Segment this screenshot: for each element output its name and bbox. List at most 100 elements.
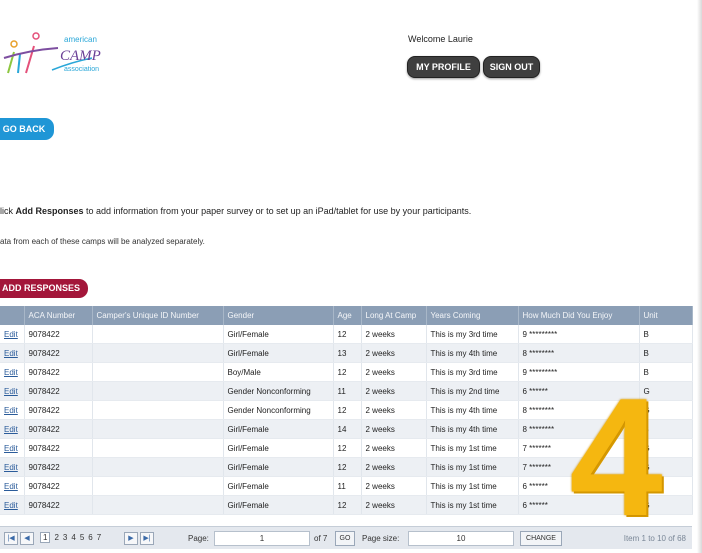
page-number-5[interactable]: 5 [80, 533, 84, 542]
table-cell: 9078422 [24, 381, 93, 401]
table-cell: Boy/Male [223, 362, 334, 382]
column-header[interactable]: Gender [223, 306, 334, 325]
sign-out-button[interactable]: SIGN OUT [483, 56, 540, 78]
edit-link[interactable]: Edit [0, 495, 25, 515]
table-cell: This is my 3rd time [426, 362, 519, 382]
column-header[interactable]: Years Coming [426, 306, 519, 325]
page-number-7[interactable]: 7 [97, 533, 101, 542]
column-header[interactable]: ACA Number [24, 306, 93, 325]
table-cell: 11 [333, 381, 362, 401]
table-cell: 9078422 [24, 362, 93, 382]
table-cell: B [639, 325, 693, 344]
column-header[interactable]: Long At Camp [361, 306, 427, 325]
page-number-1[interactable]: 1 [40, 532, 51, 543]
table-cell: Girl/Female [223, 325, 334, 344]
my-profile-button[interactable]: MY PROFILE [407, 56, 480, 78]
table-cell [92, 419, 224, 439]
table-cell [92, 381, 224, 401]
table-cell: This is my 4th time [426, 419, 519, 439]
edit-link[interactable]: Edit [0, 343, 25, 363]
page-number-6[interactable]: 6 [88, 533, 92, 542]
table-cell: 12 [333, 400, 362, 420]
column-header[interactable]: Age [333, 306, 362, 325]
table-cell: This is my 4th time [426, 400, 519, 420]
page-size-input[interactable]: 10 [408, 531, 514, 546]
instructions-bold: Add Responses [15, 206, 84, 216]
table-cell: Girl/Female [223, 476, 334, 496]
column-header[interactable]: How Much Did You Enjoy [518, 306, 640, 325]
welcome-text: Welcome Laurie [408, 34, 473, 44]
table-cell: This is my 1st time [426, 476, 519, 496]
page-of-label: of 7 [314, 534, 328, 543]
logo-line3: association [64, 66, 99, 73]
column-header[interactable] [0, 306, 25, 325]
table-cell: 12 [333, 325, 362, 344]
table-header-row: ACA Number Camper's Unique ID Number Gende… [0, 306, 693, 325]
table-cell: Gender Nonconforming [223, 381, 334, 401]
instructions-post: to add information from your paper surve… [83, 206, 472, 216]
table-cell: This is my 1st time [426, 457, 519, 477]
edit-link[interactable]: Edit [0, 457, 25, 477]
table-cell: 12 [333, 438, 362, 458]
table-cell: 2 weeks [361, 381, 427, 401]
page-number-2[interactable]: 2 [54, 533, 58, 542]
page-number-3[interactable]: 3 [63, 533, 67, 542]
table-cell [92, 343, 224, 363]
instructions-text: lick Add Responses to add information fr… [0, 206, 471, 216]
table-cell: 9078422 [24, 400, 93, 420]
table-cell: 12 [333, 495, 362, 515]
table-cell: 9078422 [24, 325, 93, 344]
table-cell: 2 weeks [361, 495, 427, 515]
prev-page-icon[interactable]: ◀ [20, 532, 34, 545]
table-cell: 2 weeks [361, 400, 427, 420]
table-cell: This is my 1st time [426, 438, 519, 458]
go-back-button[interactable]: GO BACK [0, 118, 54, 140]
last-page-icon[interactable]: ▶| [140, 532, 154, 545]
page-edge [697, 0, 702, 553]
table-cell: 2 weeks [361, 343, 427, 363]
table-cell [92, 476, 224, 496]
table-cell: 2 weeks [361, 362, 427, 382]
table-cell: 2 weeks [361, 457, 427, 477]
go-button[interactable]: GO [335, 531, 355, 546]
next-page-icon[interactable]: ▶ [124, 532, 138, 545]
table-cell: 8 ******** [518, 343, 640, 363]
change-button[interactable]: CHANGE [520, 531, 562, 546]
table-cell: This is my 2nd time [426, 381, 519, 401]
edit-link[interactable]: Edit [0, 381, 25, 401]
table-row: Edit 9078422 Girl/Female 13 2 weeks This is m… [0, 343, 693, 363]
table-cell [92, 495, 224, 515]
table-cell: 2 weeks [361, 438, 427, 458]
analysis-note: ata from each of these camps will be ana… [0, 237, 205, 246]
table-cell: 9 ********* [518, 325, 640, 344]
edit-link[interactable]: Edit [0, 362, 25, 382]
edit-link[interactable]: Edit [0, 438, 25, 458]
annotation-number: 4 [569, 363, 663, 551]
table-row: Edit 9078422 Girl/Female 12 2 weeks This is m… [0, 325, 693, 344]
table-cell [92, 438, 224, 458]
edit-link[interactable]: Edit [0, 419, 25, 439]
table-cell: Girl/Female [223, 457, 334, 477]
column-header[interactable]: Unit [639, 306, 693, 325]
table-cell: Girl/Female [223, 495, 334, 515]
add-responses-button[interactable]: ADD RESPONSES [0, 279, 88, 298]
table-cell: 13 [333, 343, 362, 363]
table-cell: Girl/Female [223, 419, 334, 439]
page-number-4[interactable]: 4 [71, 533, 75, 542]
aca-logo: american CAMP association [0, 18, 160, 78]
table-cell: This is my 1st time [426, 495, 519, 515]
page-size-label: Page size: [362, 534, 400, 543]
instructions-pre: lick [0, 206, 16, 216]
table-cell: B [639, 343, 693, 363]
edit-link[interactable]: Edit [0, 400, 25, 420]
edit-link[interactable]: Edit [0, 476, 25, 496]
page-input[interactable]: 1 [214, 531, 310, 546]
column-header[interactable]: Camper's Unique ID Number [92, 306, 224, 325]
edit-link[interactable]: Edit [0, 325, 25, 344]
table-cell: 11 [333, 476, 362, 496]
first-page-icon[interactable]: |◀ [4, 532, 18, 545]
table-cell: 2 weeks [361, 325, 427, 344]
table-cell: 12 [333, 362, 362, 382]
page-label: Page: [188, 534, 209, 543]
table-cell: 9078422 [24, 457, 93, 477]
